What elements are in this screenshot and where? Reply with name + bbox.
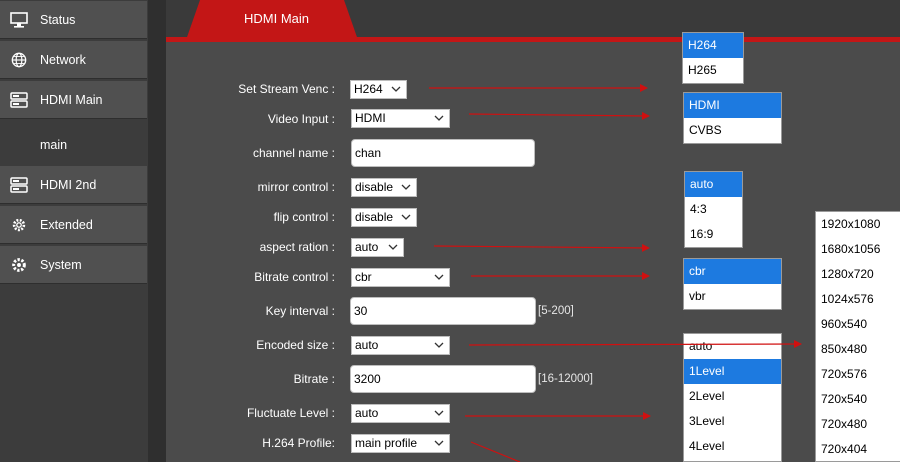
channel-name-label: channel name : (252, 146, 335, 160)
flip-label: flip control : (273, 210, 335, 224)
fluctuate-select[interactable]: auto (351, 404, 450, 423)
flip-select[interactable]: disable (351, 208, 417, 227)
sidebar-item-label: main (40, 138, 68, 152)
sidebar-divider (148, 0, 166, 462)
option-720x404[interactable]: 720x404 (816, 437, 900, 462)
venc-options-popup: H264 H265 (682, 32, 744, 84)
video-input-select[interactable]: HDMI (351, 109, 450, 128)
video-input-value: HDMI (355, 111, 386, 125)
chevron-down-icon (434, 274, 444, 280)
chevron-down-icon (434, 115, 444, 121)
bitrate-options-popup: cbr vbr (683, 258, 782, 310)
bitrate-control-label: Bitrate control : (254, 270, 335, 284)
sidebar-subitem-main[interactable]: main (0, 125, 147, 165)
key-interval-label: Key interval : (265, 304, 335, 318)
option-960x540[interactable]: 960x540 (816, 312, 900, 337)
video-input-label: Video Input : (267, 112, 335, 126)
chevron-down-icon (434, 440, 444, 446)
tab-label: HDMI Main (244, 11, 310, 26)
encoded-size-select[interactable]: auto (351, 336, 450, 355)
sidebar-item-status[interactable]: Status (0, 1, 147, 39)
encoded-size-label: Encoded size : (256, 338, 335, 352)
option-3level[interactable]: 3Level (684, 409, 781, 434)
option-1680x1056[interactable]: 1680x1056 (816, 237, 900, 262)
sidebar-item-label: Status (40, 13, 76, 27)
option-720x540[interactable]: 720x540 (816, 387, 900, 412)
hdmi-device-icon (10, 92, 28, 108)
option-h264[interactable]: H264 (683, 33, 743, 58)
option-1280x720[interactable]: 1280x720 (816, 262, 900, 287)
chevron-down-icon (434, 410, 444, 416)
gear-icon (12, 258, 26, 272)
chevron-down-icon (401, 184, 411, 190)
option-850x480[interactable]: 850x480 (816, 337, 900, 362)
main-panel: HDMI Main Set Stream Venc : Video Input … (166, 0, 900, 462)
mirror-select[interactable]: disable (351, 178, 417, 197)
profile-label: H.264 Profile: (262, 436, 335, 450)
hdmi-device-icon (10, 177, 28, 193)
bitrate-control-value: cbr (355, 270, 372, 284)
aspect-select[interactable]: auto (351, 238, 404, 257)
sidebar-item-label: Network (40, 53, 86, 67)
key-interval-range: [5-200] (538, 305, 574, 317)
sidebar-item-label: System (40, 258, 82, 272)
bitrate-input[interactable]: 3200 (350, 365, 536, 393)
option-4level[interactable]: 4Level (684, 434, 781, 459)
sidebar: Status Network HDMI Main main HDMI 2nd E… (0, 0, 148, 462)
option-1920x1080[interactable]: 1920x1080 (816, 212, 900, 237)
sidebar-item-label: Extended (40, 218, 93, 232)
option-h265[interactable]: H265 (683, 58, 743, 83)
input-options-popup: HDMI CVBS (683, 92, 782, 144)
aspect-value: auto (355, 240, 379, 254)
chevron-down-icon (434, 342, 444, 348)
channel-name-input[interactable]: chan (351, 139, 535, 167)
sidebar-item-label: HDMI Main (40, 93, 103, 107)
size-options-popup: 1920x1080 1680x1056 1280x720 1024x576 96… (815, 211, 900, 462)
option-auto[interactable]: auto (684, 334, 781, 359)
fluctuate-options-popup: auto 1Level 2Level 3Level 4Level (683, 333, 782, 462)
option-720x576[interactable]: 720x576 (816, 362, 900, 387)
tab-hdmi-main[interactable]: HDMI Main (186, 0, 358, 40)
key-interval-input[interactable]: 30 (350, 297, 536, 325)
sidebar-item-hdmi-main[interactable]: HDMI Main (0, 81, 147, 119)
sidebar-item-network[interactable]: Network (0, 41, 147, 79)
monitor-icon (10, 12, 28, 28)
venc-value: H264 (354, 82, 383, 96)
option-2level[interactable]: 2Level (684, 384, 781, 409)
profile-value: main profile (355, 436, 418, 450)
option-4-3[interactable]: 4:3 (685, 197, 742, 222)
encoded-size-value: auto (355, 338, 379, 352)
mirror-label: mirror control : (257, 180, 335, 194)
option-auto[interactable]: auto (685, 172, 742, 197)
option-hdmi[interactable]: HDMI (684, 93, 781, 118)
sidebar-item-system[interactable]: System (0, 246, 147, 284)
chevron-down-icon (391, 86, 401, 92)
globe-icon (11, 52, 27, 68)
venc-select[interactable]: H264 (350, 80, 407, 99)
profile-select[interactable]: main profile (351, 434, 450, 453)
venc-label: Set Stream Venc : (238, 82, 335, 96)
sidebar-item-hdmi-2nd[interactable]: HDMI 2nd (0, 166, 147, 204)
mirror-value: disable (355, 180, 394, 194)
option-720x480[interactable]: 720x480 (816, 412, 900, 437)
bitrate-range: [16-12000] (538, 373, 593, 385)
option-16-9[interactable]: 16:9 (685, 222, 742, 247)
bitrate-control-select[interactable]: cbr (351, 268, 450, 287)
bitrate-label: Bitrate : (293, 372, 335, 386)
gear-icon (12, 218, 26, 232)
flip-value: disable (355, 210, 394, 224)
option-1024x576[interactable]: 1024x576 (816, 287, 900, 312)
option-cbr[interactable]: cbr (684, 259, 781, 284)
aspect-label: aspect ration : (259, 240, 335, 254)
option-cvbs[interactable]: CVBS (684, 118, 781, 143)
sidebar-item-extended[interactable]: Extended (0, 206, 147, 244)
chevron-down-icon (388, 244, 398, 250)
fluctuate-label: Fluctuate Level : (246, 406, 335, 420)
option-1level[interactable]: 1Level (684, 359, 781, 384)
option-vbr[interactable]: vbr (684, 284, 781, 309)
sidebar-item-label: HDMI 2nd (40, 178, 97, 192)
fluctuate-value: auto (355, 406, 379, 420)
chevron-down-icon (401, 214, 411, 220)
aspect-options-popup: auto 4:3 16:9 (684, 171, 743, 248)
